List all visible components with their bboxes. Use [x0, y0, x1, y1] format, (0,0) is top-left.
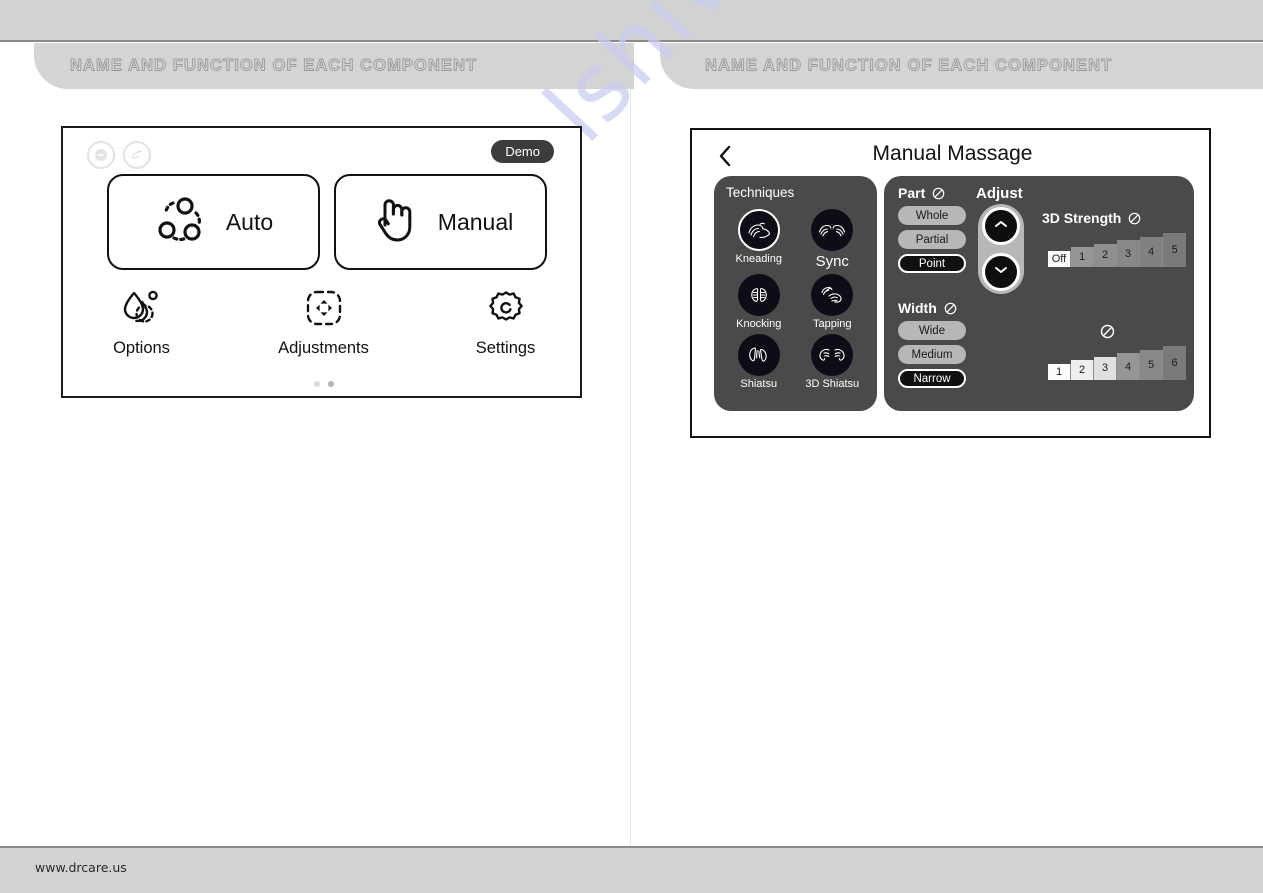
slider-segment[interactable]: 4 — [1140, 236, 1163, 267]
pagination-dot[interactable] — [313, 381, 320, 387]
tapping-hands-icon — [811, 274, 854, 316]
part-group-header: Part — [898, 185, 945, 201]
page-title: Manual Massage — [872, 142, 1033, 165]
status-icon-group — [87, 141, 151, 169]
slider-segment[interactable]: 1 — [1071, 247, 1094, 267]
settings-label: Settings — [475, 339, 536, 357]
speed-slider[interactable]: 123456 — [1048, 346, 1186, 380]
technique-sync[interactable]: Sync — [798, 209, 868, 270]
part-option-point[interactable]: Point — [898, 254, 966, 273]
mode-button-group: Auto Manual — [107, 174, 547, 270]
prohibited-icon — [1128, 212, 1141, 225]
adjust-up-button[interactable] — [982, 207, 1020, 245]
page-spine — [630, 43, 631, 848]
part-option-whole[interactable]: Whole — [898, 206, 966, 225]
pagination-dots[interactable] — [63, 381, 584, 387]
technique-label: Knocking — [736, 318, 782, 330]
technique-3d-shiatsu[interactable]: 3D Shiatsu — [798, 334, 868, 390]
hand-tap-icon — [368, 194, 422, 251]
shiatsu-hands-icon — [737, 334, 780, 376]
techniques-grid: Kneading Sync Knocking Tapping Shiatsu 3… — [724, 209, 867, 390]
manual-massage-panel: Manual Massage Techniques Kneading Sync … — [690, 128, 1211, 438]
width-label: Width — [898, 300, 937, 316]
header-title-right: NAME AND FUNCTION OF EACH COMPONENT — [705, 56, 1113, 75]
slider-segment[interactable]: Off — [1048, 251, 1071, 267]
manual-page: NAME AND FUNCTION OF EACH COMPONENT NAME… — [0, 0, 1263, 893]
slider-segment[interactable]: 1 — [1048, 364, 1071, 380]
droplet-options-icon — [120, 288, 164, 333]
slider-segment[interactable]: 4 — [1117, 353, 1140, 380]
top-rule — [0, 40, 1263, 42]
top-gray-band — [0, 0, 1263, 41]
slider-segment[interactable]: 3 — [1094, 356, 1117, 380]
demo-badge[interactable]: Demo — [491, 140, 554, 163]
width-option-medium[interactable]: Medium — [898, 345, 966, 364]
3d-strength-label: 3D Strength — [1042, 210, 1122, 226]
technique-shiatsu[interactable]: Shiatsu — [724, 334, 794, 390]
width-option-narrow[interactable]: Narrow — [898, 369, 966, 388]
prohibited-icon — [944, 302, 957, 315]
kneading-hands-icon — [737, 209, 780, 251]
technique-tapping[interactable]: Tapping — [798, 274, 868, 330]
width-options: Wide Medium Narrow — [898, 321, 966, 388]
prohibited-icon — [1100, 324, 1115, 339]
speed-header — [1100, 324, 1115, 339]
settings-button[interactable]: Settings — [450, 288, 562, 358]
gear-settings-icon — [486, 288, 526, 333]
slider-segment[interactable]: 3 — [1117, 240, 1140, 267]
slider-segment[interactable]: 5 — [1163, 233, 1186, 267]
technique-label: 3D Shiatsu — [805, 378, 860, 390]
adjust-stepper — [978, 204, 1024, 294]
3d-strength-header: 3D Strength — [1042, 210, 1141, 226]
options-button[interactable]: Options — [86, 288, 198, 358]
auto-mode-label: Auto — [225, 208, 274, 235]
slider-segment[interactable]: 2 — [1071, 360, 1094, 380]
techniques-card: Techniques Kneading Sync Knocking Tappin… — [714, 176, 877, 411]
technique-label: Tapping — [812, 318, 852, 330]
expand-adjust-icon — [304, 288, 344, 333]
techniques-title: Techniques — [726, 185, 795, 200]
technique-knocking[interactable]: Knocking — [724, 274, 794, 330]
header-title-left: NAME AND FUNCTION OF EACH COMPONENT — [70, 56, 478, 75]
chevron-up-icon — [993, 217, 1009, 235]
tool-button-group: Options Adjustments Settings — [63, 288, 584, 358]
sync-hands-icon — [811, 209, 854, 251]
adjustments-button[interactable]: Adjustments — [268, 288, 380, 358]
footer-url: www.drcare.us — [35, 860, 127, 875]
technique-kneading[interactable]: Kneading — [724, 209, 794, 270]
footer-band — [0, 848, 1263, 893]
manual-mode-button[interactable]: Manual — [334, 174, 547, 270]
part-option-partial[interactable]: Partial — [898, 230, 966, 249]
pagination-dot-active[interactable] — [327, 381, 334, 387]
manual-mode-label: Manual — [437, 208, 514, 235]
width-group-header: Width — [898, 300, 957, 316]
foot-massage-icon[interactable] — [123, 141, 151, 169]
header-ribbon-right: NAME AND FUNCTION OF EACH COMPONENT — [660, 43, 1263, 89]
options-label: Options — [113, 339, 170, 357]
slider-segment[interactable]: 6 — [1163, 346, 1186, 380]
slider-segment[interactable]: 5 — [1140, 349, 1163, 380]
header-ribbon-left: NAME AND FUNCTION OF EACH COMPONENT — [34, 43, 634, 89]
3d-strength-slider[interactable]: Off 1 2 3 4 5 — [1048, 233, 1186, 267]
knocking-fists-icon — [737, 274, 780, 316]
auto-mode-button[interactable]: Auto — [107, 174, 320, 270]
minus-circle-icon[interactable] — [87, 141, 115, 169]
width-option-wide[interactable]: Wide — [898, 321, 966, 340]
adjust-down-button[interactable] — [982, 253, 1020, 291]
home-screen-panel: Demo Auto Manual Options Adjustments Set… — [61, 126, 582, 398]
slider-segment[interactable]: 2 — [1094, 243, 1117, 267]
part-options: Whole Partial Point — [898, 206, 966, 273]
technique-label: Shiatsu — [740, 378, 778, 390]
technique-label: Kneading — [735, 253, 783, 265]
adjustments-label: Adjustments — [278, 339, 369, 357]
prohibited-icon — [932, 187, 945, 200]
adjust-label: Adjust — [976, 185, 1023, 202]
part-label: Part — [898, 185, 926, 201]
3d-shiatsu-hands-icon — [811, 334, 854, 376]
technique-label: Sync — [815, 253, 849, 270]
auto-cycle-icon — [154, 194, 210, 251]
controls-card: Part Whole Partial Point Width Wide Medi… — [884, 176, 1194, 411]
chevron-down-icon — [993, 263, 1009, 281]
